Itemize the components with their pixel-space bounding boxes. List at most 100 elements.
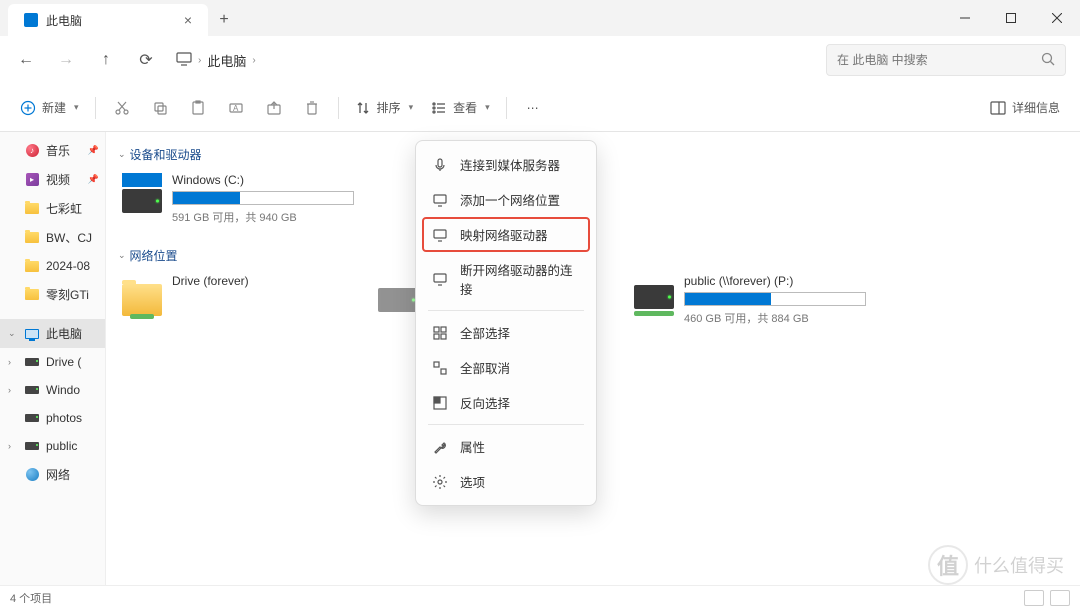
- window-controls: [942, 0, 1080, 36]
- sidebar-item-folder[interactable]: BW、CJ: [0, 223, 105, 252]
- drive-name: Windows (C:): [172, 173, 354, 187]
- search-box[interactable]: [826, 44, 1066, 76]
- sidebar-item-drive[interactable]: photos: [0, 404, 105, 432]
- sidebar-item-this-pc[interactable]: ⌄ 此电脑: [0, 319, 105, 348]
- new-button[interactable]: 新建 ▾: [12, 92, 87, 124]
- menu-label: 属性: [460, 437, 485, 456]
- sidebar-item-drive[interactable]: › public: [0, 432, 105, 460]
- menu-add-network[interactable]: 添加一个网络位置: [422, 182, 590, 217]
- group-label: 网络位置: [130, 247, 178, 264]
- group-label: 设备和驱动器: [130, 146, 202, 163]
- folder-icon: [25, 232, 39, 243]
- cut-button[interactable]: [104, 92, 140, 124]
- folder-icon: [25, 289, 39, 300]
- new-tab-button[interactable]: +: [208, 4, 240, 36]
- netdrive-forever[interactable]: Drive (forever): [118, 270, 358, 330]
- sidebar-item-label: public: [46, 439, 77, 453]
- menu-map-network-drive[interactable]: 映射网络驱动器: [422, 217, 590, 252]
- new-label: 新建: [42, 99, 66, 116]
- menu-select-all[interactable]: 全部选择: [422, 315, 590, 350]
- network-bar-icon: [634, 311, 674, 316]
- watermark: 值什么值得买: [928, 545, 1064, 585]
- close-icon[interactable]: ×: [184, 12, 192, 28]
- chevron-right-icon[interactable]: ›: [8, 357, 18, 367]
- chevron-right-icon[interactable]: ›: [8, 385, 18, 395]
- sidebar-item-label: 2024-08: [46, 259, 90, 273]
- view-list-button[interactable]: [1024, 590, 1044, 606]
- details-label: 详细信息: [1012, 99, 1060, 116]
- drive-name: Drive (forever): [172, 274, 354, 288]
- sidebar-item-network[interactable]: 网络: [0, 460, 105, 489]
- chevron-down-icon[interactable]: ⌄: [8, 328, 18, 339]
- view-label: 查看: [453, 99, 477, 116]
- address-bar[interactable]: › 此电脑 ›: [168, 51, 264, 70]
- sidebar-item-video[interactable]: ▸视频📌: [0, 165, 105, 194]
- sidebar-item-label: 七彩虹: [46, 200, 82, 217]
- search-input[interactable]: [837, 53, 1033, 67]
- rename-button[interactable]: A: [218, 92, 254, 124]
- ssd-icon: [634, 285, 674, 309]
- monitor-icon: [432, 227, 448, 243]
- view-button[interactable]: 查看 ▾: [423, 92, 498, 124]
- sidebar-item-label: 此电脑: [46, 325, 82, 342]
- sidebar-item-label: 网络: [46, 466, 70, 483]
- sidebar: ♪ 音乐 📌 ▸视频📌 七彩虹 BW、CJ 2024-08 零刻GTi ⌄ 此电脑 ›…: [0, 132, 106, 585]
- breadcrumb-this-pc[interactable]: 此电脑: [207, 51, 246, 70]
- up-button[interactable]: ↑: [88, 42, 124, 78]
- chevron-right-icon[interactable]: ›: [8, 441, 18, 451]
- sidebar-item-music[interactable]: ♪ 音乐 📌: [0, 136, 105, 165]
- chevron-down-icon: ▾: [74, 102, 79, 113]
- item-count: 4 个项目: [10, 590, 52, 606]
- back-button[interactable]: ←: [8, 42, 44, 78]
- separator: [428, 310, 584, 311]
- menu-properties[interactable]: 属性: [422, 429, 590, 464]
- pin-icon: 📌: [88, 145, 99, 156]
- drive-icon: [25, 358, 39, 366]
- sidebar-item-label: 音乐: [46, 142, 70, 159]
- menu-deselect-all[interactable]: 全部取消: [422, 350, 590, 385]
- context-menu: 连接到媒体服务器 添加一个网络位置 映射网络驱动器 断开网络驱动器的连接 全部选…: [415, 140, 597, 506]
- sidebar-item-label: Drive (: [46, 355, 81, 369]
- menu-label: 添加一个网络位置: [460, 190, 560, 209]
- netdrive-public[interactable]: public (\\forever) (P:) 460 GB 可用，共 884 …: [630, 270, 870, 330]
- close-button[interactable]: [1034, 0, 1080, 36]
- folder-icon: [25, 203, 39, 214]
- view-grid-button[interactable]: [1050, 590, 1070, 606]
- music-icon: ♪: [26, 144, 39, 157]
- menu-invert-selection[interactable]: 反向选择: [422, 385, 590, 420]
- chevron-right-icon: ›: [252, 55, 255, 66]
- video-icon: ▸: [26, 173, 39, 186]
- network-folder-icon: [122, 284, 162, 316]
- pc-icon: [176, 52, 192, 69]
- chevron-down-icon: ⌄: [118, 149, 126, 160]
- ssd-icon: [122, 189, 162, 213]
- menu-options[interactable]: 选项: [422, 464, 590, 499]
- sidebar-item-folder[interactable]: 零刻GTi: [0, 280, 105, 309]
- menu-connect-media[interactable]: 连接到媒体服务器: [422, 147, 590, 182]
- drive-icon: [25, 442, 39, 450]
- drive-c[interactable]: Windows (C:) 591 GB 可用，共 940 GB: [118, 169, 358, 229]
- minimize-button[interactable]: [942, 0, 988, 36]
- separator: [338, 97, 339, 119]
- chevron-down-icon: ▾: [485, 102, 490, 113]
- sidebar-item-drive[interactable]: › Drive (: [0, 348, 105, 376]
- copy-button[interactable]: [142, 92, 178, 124]
- chevron-down-icon: ⌄: [118, 250, 126, 261]
- sidebar-item-folder[interactable]: 2024-08: [0, 252, 105, 280]
- invert-icon: [432, 395, 448, 411]
- menu-disconnect-network[interactable]: 断开网络驱动器的连接: [422, 252, 590, 306]
- more-button[interactable]: ⋯: [515, 92, 551, 124]
- maximize-button[interactable]: [988, 0, 1034, 36]
- menu-label: 全部选择: [460, 323, 510, 342]
- refresh-button[interactable]: ⟳: [128, 42, 164, 78]
- share-button[interactable]: [256, 92, 292, 124]
- details-pane-button[interactable]: 详细信息: [982, 92, 1068, 124]
- tab-this-pc[interactable]: 此电脑 ×: [8, 4, 208, 36]
- forward-button[interactable]: →: [48, 42, 84, 78]
- sidebar-item-folder[interactable]: 七彩虹: [0, 194, 105, 223]
- paste-button[interactable]: [180, 92, 216, 124]
- sort-button[interactable]: 排序 ▾: [347, 92, 422, 124]
- delete-button[interactable]: [294, 92, 330, 124]
- sidebar-item-drive[interactable]: ›Windo: [0, 376, 105, 404]
- separator: [95, 97, 96, 119]
